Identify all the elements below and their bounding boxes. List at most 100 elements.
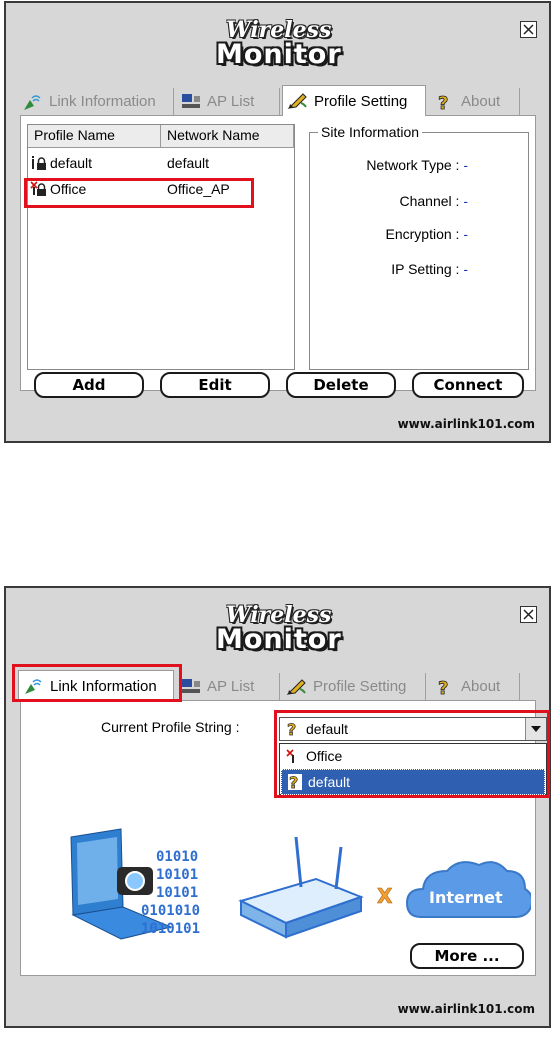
link-information-window: Wireless Monitor Link Information AP Lis… — [4, 586, 551, 1028]
tab-about[interactable]: ? About — [430, 88, 520, 115]
tab-label: Link Information — [50, 677, 157, 695]
field-value: - — [463, 261, 468, 277]
network-name: default — [167, 155, 210, 171]
profile-name: Office — [50, 181, 87, 197]
disconnected-x-icon: X — [377, 884, 393, 908]
wireless-monitor-logo: Wireless Monitor — [216, 602, 356, 662]
tab-label: Profile Setting — [313, 678, 407, 695]
current-profile-dropdown[interactable]: ? default — [279, 717, 547, 741]
binary-line: 1010101 — [141, 921, 200, 937]
ip-setting-field: IP Setting : - — [391, 261, 468, 277]
tab-link-information[interactable]: Link Information — [18, 88, 174, 115]
chevron-down-icon — [531, 726, 541, 732]
field-value: - — [463, 226, 468, 242]
connect-button[interactable]: Connect — [412, 372, 524, 398]
tab-label: Profile Setting — [314, 92, 408, 110]
logo-line-2: Monitor — [216, 39, 342, 70]
profile-dropdown-list: Office ? default — [279, 743, 547, 795]
encryption-field: Encryption : - — [386, 226, 469, 242]
tab-ap-list[interactable]: AP List — [176, 88, 280, 115]
internet-cloud-icon: Internet — [405, 861, 531, 918]
profile-setting-icon — [287, 93, 307, 109]
router-icon — [238, 836, 364, 939]
ap-list-icon — [182, 678, 200, 693]
ap-list-icon — [182, 93, 200, 108]
cloud-label: Internet — [429, 888, 503, 907]
delete-button[interactable]: Delete — [286, 372, 396, 398]
field-label: Channel : — [399, 193, 460, 209]
option-label: Office — [306, 748, 343, 764]
network-type-field: Network Type : - — [366, 157, 468, 173]
website-url: www.airlink101.com — [397, 417, 535, 431]
website-url: www.airlink101.com — [397, 1002, 535, 1016]
close-button[interactable] — [520, 606, 537, 623]
channel-field: Channel : - — [400, 193, 469, 209]
svg-text:?: ? — [287, 721, 296, 737]
link-information-panel: Current Profile String : ? default Offic… — [20, 700, 547, 976]
profile-row-office[interactable]: Office Office_AP — [28, 177, 296, 201]
profile-lock-icon — [32, 156, 46, 170]
profile-setting-window: Wireless Monitor Link Information AP Lis… — [4, 1, 551, 443]
tab-label: About — [461, 678, 501, 695]
tab-ap-list[interactable]: AP List — [176, 673, 280, 700]
site-information-group: Site Information Network Type : - Channe… — [309, 124, 529, 370]
tab-label: Link Information — [49, 93, 156, 110]
binary-line: 10101 — [156, 885, 198, 901]
dropdown-value: default — [306, 721, 349, 737]
binary-line: 0101010 — [141, 903, 200, 919]
profile-setting-icon — [286, 678, 306, 695]
profile-list-header: Profile Name Network Name — [28, 125, 294, 148]
link-information-icon — [24, 94, 41, 110]
column-header-network-name[interactable]: Network Name — [161, 125, 294, 147]
dropdown-arrow-button[interactable] — [525, 718, 546, 740]
svg-text:?: ? — [438, 678, 448, 697]
tab-label: AP List — [207, 678, 255, 695]
about-icon: ? — [438, 92, 449, 112]
close-icon — [523, 609, 534, 620]
profile-name: default — [50, 155, 93, 171]
tab-profile-setting[interactable]: Profile Setting — [282, 673, 426, 700]
binary-line: 01010 — [156, 849, 198, 865]
tab-about[interactable]: ? About — [430, 673, 520, 700]
tab-bar: Link Information AP List Profile Setting… — [18, 85, 538, 116]
profile-name-cell: Office — [28, 181, 161, 197]
profile-name-cell: default — [28, 155, 161, 171]
wireless-monitor-logo: Wireless Monitor — [216, 17, 356, 77]
tab-label: About — [461, 93, 501, 110]
current-profile-label: Current Profile String : — [101, 719, 240, 735]
binary-line: 10101 — [156, 867, 198, 883]
disconnected-profile-icon — [286, 749, 294, 763]
profile-list[interactable]: Profile Name Network Name default defaul… — [27, 124, 295, 370]
dropdown-selected: ? default — [280, 721, 525, 737]
logo-line-2: Monitor — [216, 624, 342, 655]
field-value: - — [463, 193, 468, 209]
profile-setting-panel: Profile Name Network Name default defaul… — [20, 115, 536, 391]
svg-text:?: ? — [438, 93, 448, 112]
unknown-profile-icon: ? — [288, 774, 302, 790]
site-information-title: Site Information — [318, 124, 423, 140]
close-icon — [523, 24, 534, 35]
svg-text:?: ? — [289, 774, 298, 790]
unknown-profile-icon: ? — [287, 721, 297, 737]
profile-row-default[interactable]: default default — [28, 151, 296, 175]
field-label: Network Type : — [366, 157, 460, 173]
option-label: default — [308, 774, 351, 790]
column-header-profile-name[interactable]: Profile Name — [28, 125, 161, 147]
link-information-icon — [25, 679, 42, 694]
tab-profile-setting[interactable]: Profile Setting — [282, 85, 426, 116]
tab-link-information[interactable]: Link Information — [18, 670, 174, 701]
add-button[interactable]: Add — [34, 372, 144, 398]
tab-bar: Link Information AP List Profile Setting… — [18, 670, 538, 701]
profile-lock-icon — [30, 181, 46, 196]
more-button[interactable]: More ... — [410, 943, 524, 969]
edit-button[interactable]: Edit — [160, 372, 270, 398]
about-icon: ? — [438, 677, 449, 697]
field-label: IP Setting : — [391, 261, 460, 277]
tab-label: AP List — [207, 93, 255, 110]
field-value: - — [463, 157, 468, 173]
close-button[interactable] — [520, 21, 537, 38]
field-label: Encryption : — [385, 226, 460, 242]
dropdown-option-default[interactable]: ? default — [281, 769, 545, 795]
network-name: Office_AP — [167, 181, 230, 197]
dropdown-option-office[interactable]: Office — [280, 744, 546, 768]
